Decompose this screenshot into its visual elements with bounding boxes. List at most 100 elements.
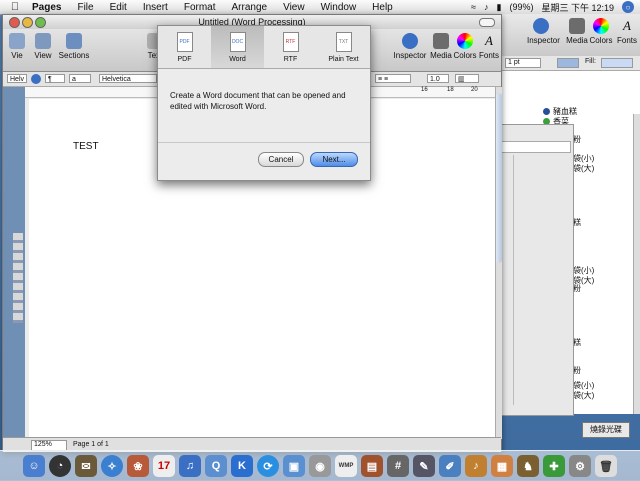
format-word-button[interactable]: DOC Word xyxy=(211,26,264,68)
bg-vertical-scrollbar[interactable] xyxy=(633,114,640,414)
paragraph-style-select[interactable]: ¶ xyxy=(45,74,65,83)
minimize-window-icon[interactable] xyxy=(22,17,33,28)
styles-drawer-icon[interactable] xyxy=(31,74,41,84)
volume-icon[interactable]: ♪ xyxy=(484,2,489,12)
style-select[interactable]: Helv xyxy=(7,74,27,83)
document-text[interactable]: TEST xyxy=(73,141,99,152)
font-family-select[interactable]: Helvetica xyxy=(99,74,157,83)
color-wheel-icon xyxy=(593,18,609,34)
thumbnail-sidebar[interactable] xyxy=(3,87,25,443)
apple-menu-icon[interactable]:  xyxy=(6,1,24,13)
finder-icon[interactable]: ☺ xyxy=(23,455,45,477)
media-player-icon[interactable]: WMP xyxy=(335,455,357,477)
format-description: Create a Word document that can be opene… xyxy=(170,91,346,111)
wifi-icon[interactable]: ≈ xyxy=(471,2,476,12)
spotlight-icon[interactable]: ○ xyxy=(622,1,634,13)
sections-icon xyxy=(66,33,82,49)
scroll-thumb[interactable] xyxy=(496,93,502,263)
line-spacing-select[interactable]: 1.0 xyxy=(427,74,449,83)
view-icon xyxy=(9,33,25,49)
view-button[interactable]: View xyxy=(29,33,57,60)
quicktime-icon[interactable]: Q xyxy=(205,455,227,477)
word-document-icon: DOC xyxy=(229,32,246,52)
next-button[interactable]: Next... xyxy=(310,152,358,167)
stroke-color-well[interactable] xyxy=(557,58,579,68)
bg-inspector-button[interactable]: Inspector xyxy=(527,18,560,45)
menu-bar:  Pages File Edit Insert Format Arrange … xyxy=(0,0,640,15)
format-rtf-button[interactable]: RTF RTF xyxy=(264,26,317,68)
media-icon xyxy=(433,33,449,49)
sheet-divider xyxy=(158,142,370,143)
ical-icon[interactable]: 17 xyxy=(153,455,175,477)
menu-pages[interactable]: Pages xyxy=(24,2,69,13)
fill-color-well[interactable] xyxy=(601,58,633,68)
panel-divider xyxy=(513,155,514,405)
fonts-button[interactable]: A Fonts xyxy=(475,33,503,60)
inspector-icon xyxy=(533,18,549,34)
package-icon[interactable]: ▦ xyxy=(491,455,513,477)
text-document-icon: TXT xyxy=(335,32,352,52)
image-app-icon[interactable]: ▣ xyxy=(283,455,305,477)
export-format-tabs: PDF PDF DOC Word RTF RTF TXT Plain Text xyxy=(158,26,370,69)
panel-field[interactable] xyxy=(501,141,571,153)
sections-button[interactable]: Sections xyxy=(57,33,91,60)
menu-arrange[interactable]: Arrange xyxy=(224,2,276,13)
mail-icon[interactable]: ✉ xyxy=(75,455,97,477)
clock[interactable]: 星期三 下午 12:19 xyxy=(541,1,614,14)
text-fragment: 糕 xyxy=(573,338,581,347)
dvd-player-icon[interactable]: ◉ xyxy=(309,455,331,477)
sync-icon[interactable]: ⟳ xyxy=(257,455,279,477)
list-style-select[interactable]: a xyxy=(69,74,91,83)
dashboard-icon[interactable]: ◔ xyxy=(49,455,71,477)
game-icon[interactable]: ♞ xyxy=(517,455,539,477)
alignment-buttons[interactable]: ≡ ≡ xyxy=(375,74,411,83)
menu-insert[interactable]: Insert xyxy=(135,2,176,13)
close-window-icon[interactable] xyxy=(9,17,20,28)
fill-label: Fill: xyxy=(585,58,596,65)
menu-help[interactable]: Help xyxy=(364,2,401,13)
bg-fonts-button[interactable]: A Fonts xyxy=(613,18,640,45)
cancel-button[interactable]: Cancel xyxy=(258,152,304,167)
utility-icon[interactable]: ✎ xyxy=(413,455,435,477)
menu-edit[interactable]: Edit xyxy=(102,2,135,13)
thumbnail-list[interactable] xyxy=(13,233,23,323)
battery-percent: (99%) xyxy=(509,2,534,12)
garageband-icon[interactable]: ♪ xyxy=(465,455,487,477)
system-preferences-icon[interactable]: ⚙ xyxy=(569,455,591,477)
zoom-window-icon[interactable] xyxy=(35,17,46,28)
menu-view[interactable]: View xyxy=(275,2,313,13)
trash-icon[interactable]: 🗑 xyxy=(595,455,617,477)
photo-app-icon[interactable]: ❀ xyxy=(127,455,149,477)
green-app-icon[interactable]: ✚ xyxy=(543,455,565,477)
vertical-scrollbar[interactable] xyxy=(495,87,502,439)
keynote-icon[interactable]: K xyxy=(231,455,253,477)
menu-format[interactable]: Format xyxy=(176,2,224,13)
stroke-width-select[interactable]: 1 pt xyxy=(505,58,541,68)
columns-select[interactable]: ▥ xyxy=(455,74,479,83)
pages-icon[interactable]: ✐ xyxy=(439,455,461,477)
inspector-panel[interactable] xyxy=(498,124,574,416)
menu-window[interactable]: Window xyxy=(313,2,365,13)
view-button-edge[interactable]: Vie xyxy=(3,33,31,60)
format-pdf-button[interactable]: PDF PDF xyxy=(158,26,211,68)
color-wheel-icon xyxy=(457,33,473,49)
safari-icon[interactable]: ✧ xyxy=(101,455,123,477)
text-fragment: 粉 xyxy=(573,284,581,293)
inspector-button[interactable]: Inspector xyxy=(393,33,427,60)
stickies-icon[interactable]: ▤ xyxy=(361,455,383,477)
export-sheet: PDF PDF DOC Word RTF RTF TXT Plain Text … xyxy=(157,25,371,181)
itunes-icon[interactable]: ♫ xyxy=(179,455,201,477)
burn-disc-button[interactable]: 燒錄光碟 xyxy=(582,422,630,438)
text-fragment: 袋(大) xyxy=(573,164,595,173)
calculator-icon[interactable]: # xyxy=(387,455,409,477)
menu-file[interactable]: File xyxy=(69,2,101,13)
toolbar-toggle-button[interactable] xyxy=(479,18,495,27)
view-icon xyxy=(35,33,51,49)
battery-icon[interactable]: ▮ xyxy=(497,2,502,13)
inspector-icon xyxy=(402,33,418,49)
bg-colors-button[interactable]: Colors xyxy=(587,18,615,45)
fonts-icon: A xyxy=(623,18,631,33)
fonts-icon: A xyxy=(485,33,493,48)
page-count: Page 1 of 1 xyxy=(73,441,109,448)
format-plain-text-button[interactable]: TXT Plain Text xyxy=(317,26,370,68)
